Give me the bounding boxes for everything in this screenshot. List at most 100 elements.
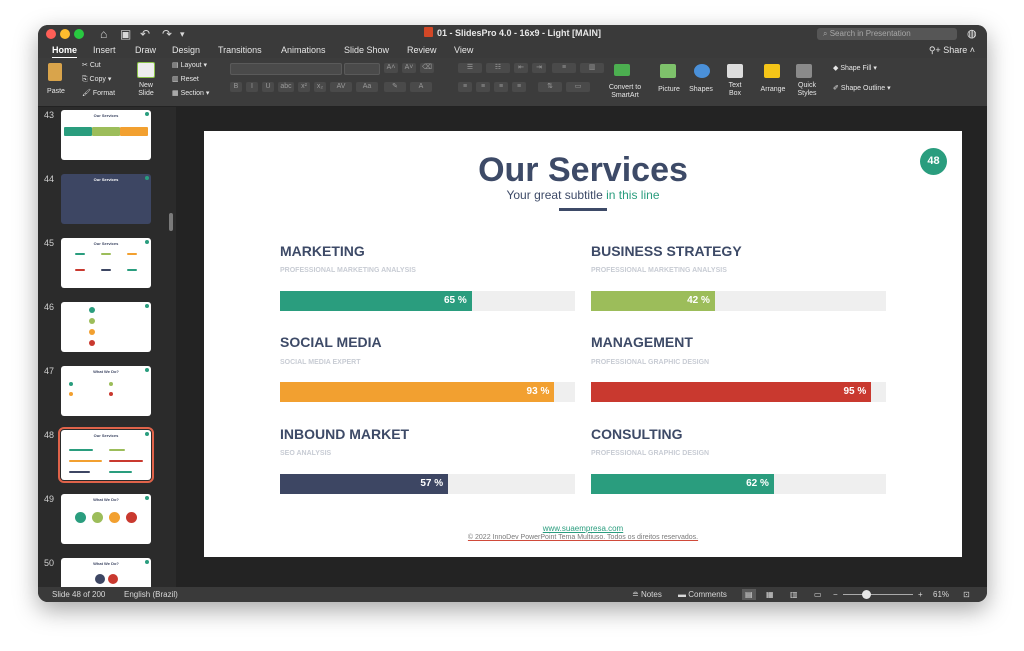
- service-title[interactable]: BUSINESS STRATEGY: [591, 243, 742, 259]
- convert-to-smartart-button[interactable]: Convert to SmartArt: [603, 84, 647, 100]
- align-right-icon[interactable]: ≡: [494, 82, 508, 92]
- increase-font-icon[interactable]: A˄: [384, 63, 398, 73]
- search-input[interactable]: ⌕ Search in Presentation: [817, 28, 957, 40]
- reset-button[interactable]: ▥ Reset: [172, 75, 199, 85]
- slide-title[interactable]: Our Services: [204, 151, 962, 190]
- new-slide-button[interactable]: New Slide: [132, 82, 160, 98]
- normal-view-icon[interactable]: ▤: [742, 589, 756, 600]
- footer-website-link[interactable]: www.suaempresa.com: [204, 524, 962, 533]
- service-description[interactable]: SEO ANALYSIS: [280, 450, 331, 457]
- footer-copyright[interactable]: © 2022 InnoDev PowerPoint Tema Multiuso.…: [204, 534, 962, 541]
- tab-review[interactable]: Review: [407, 44, 437, 57]
- underline-icon[interactable]: U: [262, 82, 274, 92]
- tab-design[interactable]: Design: [172, 44, 200, 57]
- thumbnail-slide-45[interactable]: Our Services: [61, 238, 151, 288]
- slide-sorter-icon[interactable]: ▦: [766, 589, 774, 600]
- align-center-icon[interactable]: ≡: [476, 82, 490, 92]
- service-title[interactable]: SOCIAL MEDIA: [280, 334, 382, 350]
- paste-button[interactable]: Paste: [42, 88, 70, 96]
- shape-outline-button[interactable]: ✐ Shape Outline ▾: [833, 84, 891, 94]
- shapes-button[interactable]: Shapes: [686, 86, 716, 94]
- progress-fill-marketing: 65 %: [280, 291, 472, 311]
- zoom-out-button[interactable]: −: [833, 589, 838, 600]
- copy-button[interactable]: ⎘ Copy ▾: [82, 75, 111, 85]
- font-color-icon[interactable]: A: [410, 82, 432, 92]
- text-box-button[interactable]: Text Box: [722, 82, 748, 98]
- tab-draw[interactable]: Draw: [135, 44, 156, 57]
- tab-home[interactable]: Home: [52, 44, 78, 59]
- tab-view[interactable]: View: [454, 44, 473, 57]
- tab-animations[interactable]: Animations: [281, 44, 326, 57]
- service-title[interactable]: MARKETING: [280, 243, 365, 259]
- clear-format-icon[interactable]: ⌫: [420, 63, 434, 73]
- italic-icon[interactable]: I: [246, 82, 258, 92]
- service-title[interactable]: CONSULTING: [591, 426, 683, 442]
- decrease-indent-icon[interactable]: ⇤: [514, 63, 528, 73]
- thumbnail-scrollbar[interactable]: [169, 213, 173, 231]
- zoom-level[interactable]: 61%: [933, 589, 949, 600]
- service-description[interactable]: PROFESSIONAL GRAPHIC DESIGN: [591, 359, 709, 366]
- slideshow-icon[interactable]: ▭: [814, 589, 822, 600]
- thumbnail-slide-47[interactable]: What We Do?: [61, 366, 151, 416]
- thumbnail-slide-50[interactable]: What We Do?: [61, 558, 151, 587]
- zoom-slider[interactable]: [843, 594, 913, 595]
- shape-fill-button[interactable]: ◆ Shape Fill ▾: [833, 64, 877, 74]
- tab-transitions[interactable]: Transitions: [218, 44, 262, 57]
- bold-icon[interactable]: B: [230, 82, 242, 92]
- arrange-icon: [764, 64, 780, 78]
- service-description[interactable]: PROFESSIONAL GRAPHIC DESIGN: [591, 450, 709, 457]
- highlight-icon[interactable]: ✎: [384, 82, 406, 92]
- increase-indent-icon[interactable]: ⇥: [532, 63, 546, 73]
- align-left-icon[interactable]: ≡: [458, 82, 472, 92]
- language-indicator[interactable]: English (Brazil): [124, 589, 178, 600]
- notes-button[interactable]: ≘ Notes: [632, 589, 662, 600]
- thumbnail-slide-48[interactable]: Our Services: [58, 427, 154, 483]
- strikethrough-icon[interactable]: abc: [278, 82, 294, 92]
- slide-canvas[interactable]: Our Services Your great subtitle in this…: [204, 131, 962, 557]
- font-name-field[interactable]: [230, 63, 342, 75]
- tab-slide-show[interactable]: Slide Show: [344, 44, 389, 57]
- quick-styles-button[interactable]: Quick Styles: [792, 82, 822, 98]
- progress-track: 57 %: [280, 474, 575, 494]
- arrange-button[interactable]: Arrange: [758, 86, 788, 94]
- subscript-icon[interactable]: x₂: [314, 82, 326, 92]
- columns-icon[interactable]: ▥: [580, 63, 604, 73]
- shapes-icon: [694, 64, 710, 78]
- justify-icon[interactable]: ≡: [512, 82, 526, 92]
- zoom-slider-knob[interactable]: [862, 590, 871, 599]
- section-button[interactable]: ▦ Section ▾: [172, 89, 209, 99]
- user-icon[interactable]: ◍: [967, 27, 979, 40]
- char-spacing-icon[interactable]: AV: [330, 82, 352, 92]
- thumbnail-slide-49[interactable]: What We Do?: [61, 494, 151, 544]
- share-button[interactable]: ⚲+ Share ˄: [929, 44, 975, 57]
- service-title[interactable]: INBOUND MARKET: [280, 426, 409, 442]
- layout-button[interactable]: ▤ Layout ▾: [172, 61, 207, 71]
- comments-button[interactable]: ▬ Comments: [678, 589, 727, 600]
- slide-thumbnail-pane[interactable]: 43 Our Services 44 Our Services 45 Our S…: [38, 107, 176, 587]
- numbering-icon[interactable]: ☷: [486, 63, 510, 73]
- decrease-font-icon[interactable]: A˅: [402, 63, 416, 73]
- service-description[interactable]: SOCIAL MEDIA EXPERT: [280, 359, 361, 366]
- line-spacing-icon[interactable]: ≡: [552, 63, 576, 73]
- text-direction-icon[interactable]: ⇅: [538, 82, 562, 92]
- service-title[interactable]: MANAGEMENT: [591, 334, 693, 350]
- thumbnail-slide-43[interactable]: Our Services: [61, 110, 151, 160]
- align-text-icon[interactable]: ▭: [566, 82, 590, 92]
- service-description[interactable]: PROFESSIONAL MARKETING ANALYSIS: [280, 267, 416, 274]
- thumbnail-slide-46[interactable]: [61, 302, 151, 352]
- format-painter-button[interactable]: 🖌 Format: [82, 89, 115, 99]
- reading-view-icon[interactable]: ▥: [790, 589, 798, 600]
- cut-button[interactable]: ✂ Cut: [82, 61, 101, 71]
- slide-subtitle[interactable]: Your great subtitle in this line: [204, 188, 962, 202]
- thumbnail-slide-44[interactable]: Our Services: [61, 174, 151, 224]
- font-size-field[interactable]: [344, 63, 380, 75]
- service-description[interactable]: PROFESSIONAL MARKETING ANALYSIS: [591, 267, 727, 274]
- bullets-icon[interactable]: ☰: [458, 63, 482, 73]
- fit-slide-icon[interactable]: ⊡: [963, 589, 970, 600]
- picture-button[interactable]: Picture: [654, 86, 684, 94]
- change-case-icon[interactable]: Aa: [356, 82, 378, 92]
- progress-fill-inbound-market: 57 %: [280, 474, 449, 494]
- zoom-in-button[interactable]: +: [918, 589, 923, 600]
- superscript-icon[interactable]: x²: [298, 82, 310, 92]
- tab-insert[interactable]: Insert: [93, 44, 116, 57]
